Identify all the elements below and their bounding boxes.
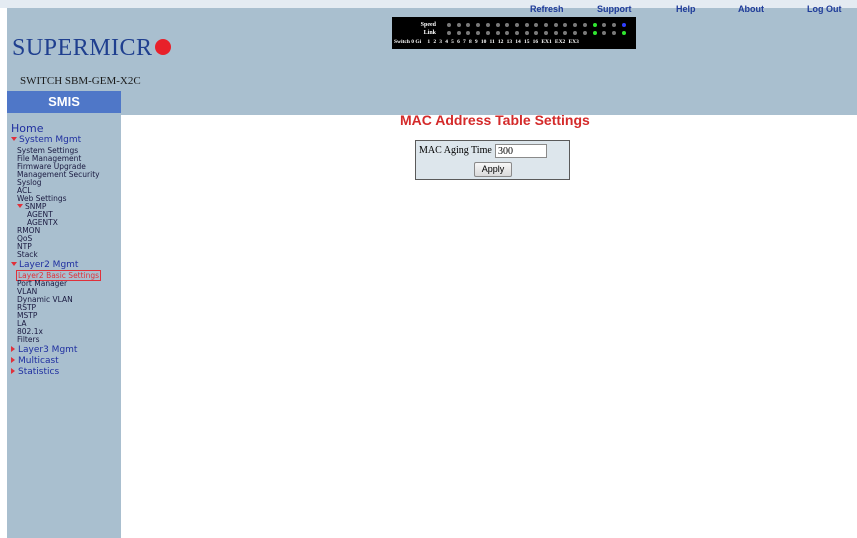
port-number-10: 10: [480, 39, 487, 45]
port-number-5: 5: [451, 39, 454, 45]
link-led-port-3: [466, 31, 471, 35]
page-title: MAC Address Table Settings: [400, 112, 590, 128]
port-number-1: 1: [427, 39, 431, 45]
port-number-2: 2: [433, 39, 437, 45]
port-number-15: 15: [523, 39, 530, 45]
nav-multicast[interactable]: Multicast: [11, 356, 59, 366]
port-number-13: 13: [506, 39, 513, 45]
expanded-icon: [11, 262, 17, 266]
port-number-16: 16: [532, 39, 539, 45]
speed-led-port-11: [544, 23, 548, 27]
link-label: Link: [423, 30, 436, 36]
speed-led-port-10: [534, 23, 539, 27]
port-numbers: Switch 0 Gi 1 2 3 4 5 6 7 8 9 10 11 12 13 14 15 16 EX1 EX2…: [394, 39, 585, 45]
collapsed-icon: [11, 368, 15, 374]
nav-layer3-mgmt-label: Layer3 Mgmt: [18, 345, 78, 355]
nav-multicast-label: Multicast: [18, 356, 59, 366]
link-led-port-10: [534, 31, 539, 35]
nav-statistics[interactable]: Statistics: [11, 367, 59, 377]
speed-led-port-8: [514, 23, 519, 27]
link-led-port-4: [476, 31, 481, 35]
port-number-6: 6: [457, 39, 460, 45]
refresh-link[interactable]: Refresh: [530, 4, 564, 14]
support-link[interactable]: Support: [597, 4, 632, 14]
speed-led-port-5: [485, 23, 490, 27]
about-link[interactable]: About: [738, 4, 764, 14]
link-led-port-2: [456, 31, 461, 35]
logout-link[interactable]: Log Out: [807, 4, 842, 14]
speed-led-port-15: [582, 23, 587, 27]
expanded-icon: [11, 137, 17, 141]
port-number-8: 8: [468, 39, 472, 45]
port-number-12: 12: [497, 39, 504, 45]
link-led-port-13: [563, 31, 568, 35]
nav-system-mgmt[interactable]: System Mgmt: [11, 135, 81, 145]
port-number-9: 9: [474, 39, 478, 45]
link-led-port-7: [505, 31, 510, 35]
speed-led-port-16: [592, 23, 597, 27]
speed-led-port-EX1: [602, 23, 607, 27]
link-led-port-12: [553, 31, 558, 35]
supermicro-logo: SUPERMICR: [12, 35, 171, 62]
port-status-panel: Speed Link Switch 0 Gi 1 2 3 4 5 6 7 8 9 10 11 12 13 1…: [392, 17, 636, 49]
link-led-port-8: [514, 31, 519, 35]
link-led-port-16: [592, 31, 597, 35]
link-led-port-EX1: [602, 31, 607, 35]
nav-statistics-label: Statistics: [18, 367, 60, 377]
port-number-list: 1 2 3 4 5 6 7 8 9 10 11 12 13 14 15 16 EX1 EX2 EX3: [427, 39, 582, 45]
sidebar: Home System Mgmt System Settings File Ma…: [7, 115, 121, 538]
speed-led-port-6: [495, 23, 500, 27]
link-led-port-1: [447, 31, 451, 35]
port-number-4: 4: [445, 39, 448, 45]
collapsed-icon: [11, 357, 15, 363]
speed-led-port-9: [524, 23, 529, 27]
mac-aging-input[interactable]: [495, 144, 547, 158]
speed-led-port-2: [456, 23, 461, 27]
speed-led-port-12: [553, 23, 558, 27]
port-number-11: 11: [489, 39, 495, 45]
port-number-EX2: EX2: [554, 39, 566, 45]
nav-filters[interactable]: Filters: [17, 335, 39, 344]
speed-led-port-1: [447, 23, 451, 27]
link-led-port-15: [582, 31, 587, 35]
nav-stack[interactable]: Stack: [17, 250, 38, 259]
logo-dot-icon: [154, 39, 171, 55]
mac-aging-label: MAC Aging Time: [419, 145, 492, 156]
link-led-port-EX2: [611, 31, 616, 35]
nav-layer2-mgmt-label: Layer2 Mgmt: [19, 260, 79, 270]
switch-label: Switch 0 Gi: [394, 39, 422, 45]
speed-label: Speed: [420, 22, 436, 28]
port-number-7: 7: [463, 39, 466, 45]
collapsed-icon: [11, 346, 15, 352]
nav-system-mgmt-label: System Mgmt: [19, 135, 82, 145]
speed-led-port-EX2: [611, 23, 616, 27]
nav-layer3-mgmt[interactable]: Layer3 Mgmt: [11, 345, 77, 355]
expanded-icon: [17, 204, 23, 208]
port-number-3: 3: [439, 39, 443, 45]
logo-text: SUPERMICR: [12, 35, 153, 61]
link-led-port-9: [524, 31, 529, 35]
port-number-EX1: EX1: [541, 39, 552, 45]
speed-led-port-EX3: [621, 23, 626, 27]
speed-led-port-3: [466, 23, 471, 27]
speed-led-port-4: [476, 23, 481, 27]
apply-button[interactable]: Apply: [474, 162, 512, 177]
mac-aging-form: MAC Aging Time Apply: [415, 140, 570, 180]
port-number-14: 14: [515, 39, 521, 45]
top-strip: [0, 0, 857, 8]
speed-led-port-7: [505, 23, 510, 27]
help-link[interactable]: Help: [676, 4, 696, 14]
speed-led-port-13: [563, 23, 568, 27]
link-led-port-EX3: [621, 31, 626, 35]
smis-bar: SMIS: [7, 91, 121, 113]
link-led-port-14: [573, 31, 578, 35]
link-led-port-5: [485, 31, 490, 35]
switch-model: SWITCH SBM-GEM-X2C: [20, 75, 141, 87]
port-number-EX3: EX3: [568, 39, 579, 45]
link-led-port-11: [544, 31, 548, 35]
speed-led-port-14: [573, 23, 578, 27]
link-led-port-6: [495, 31, 500, 35]
nav-home[interactable]: Home: [11, 122, 43, 135]
nav-layer2-mgmt[interactable]: Layer2 Mgmt: [11, 260, 78, 270]
